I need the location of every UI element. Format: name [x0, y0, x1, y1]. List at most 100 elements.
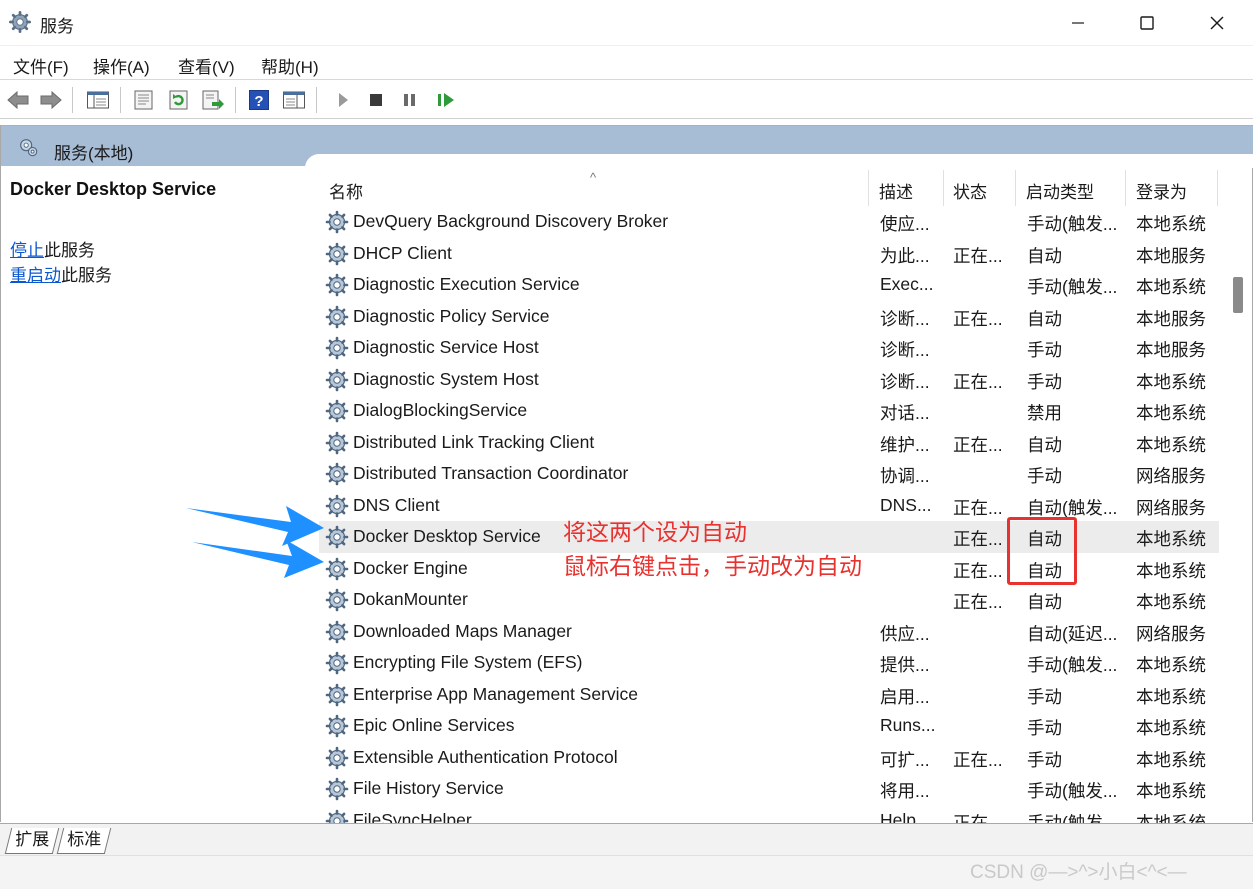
service-row[interactable]: DNS Client DNS... 正在... 自动(触发... 网络服务 [319, 490, 1219, 522]
close-button[interactable] [1182, 0, 1252, 46]
help-button[interactable]: ? [246, 87, 272, 113]
service-log-on-as: 本地系统 [1136, 592, 1206, 612]
service-description: 维护... [880, 434, 930, 455]
minimize-icon [1072, 22, 1084, 24]
export-list-button[interactable] [200, 87, 226, 113]
menu-file[interactable]: 文件(F) [13, 53, 69, 78]
service-name: DevQuery Background Discovery Broker [353, 211, 669, 231]
service-row[interactable]: Epic Online Services Runs... 手动 本地系统 [319, 710, 1219, 742]
service-row[interactable]: DHCP Client 为此... 正在... 自动 本地服务 [319, 238, 1219, 270]
service-log-on-as: 网络服务 [1136, 497, 1206, 518]
service-gear-icon [325, 620, 349, 643]
service-row[interactable]: Diagnostic Policy Service 诊断... 正在... 自动 本地服… [319, 301, 1219, 333]
service-name: Diagnostic Service Host [353, 337, 539, 357]
stop-service-action: 停止此服务 [10, 236, 95, 261]
forward-button[interactable] [38, 87, 64, 113]
vertical-scrollbar[interactable] [1227, 170, 1251, 822]
service-name: FileSyncHelper [353, 809, 472, 824]
services-list: ^ 名称 描述 状态 启动类型 登录为 DevQuery Background … [319, 170, 1227, 823]
service-description: 对话... [880, 403, 930, 423]
service-row[interactable]: Diagnostic System Host 诊断... 正在... 手动 本地系统 [319, 364, 1219, 396]
service-log-on-as: 本地服务 [1136, 245, 1206, 266]
service-gear-icon [325, 431, 349, 454]
services-local-icon [20, 139, 38, 157]
service-status: 正在... [953, 371, 1003, 392]
pause-service-button[interactable] [397, 87, 423, 113]
service-log-on-as: 本地系统 [1136, 214, 1206, 234]
service-log-on-as: 本地系统 [1136, 655, 1206, 675]
service-status: 正在... [953, 529, 1003, 549]
back-icon [7, 90, 29, 110]
service-row[interactable]: Diagnostic Service Host 诊断... 手动 本地服务 [319, 332, 1219, 364]
refresh-button[interactable] [166, 87, 192, 113]
column-log-on-as[interactable]: 登录为 [1136, 178, 1187, 203]
annotation-line-2: 鼠标右键点击，手动改为自动 [563, 553, 862, 579]
service-status: 正在... [953, 749, 1003, 770]
service-startup-type: 手动 [1027, 686, 1062, 707]
service-description: Help... [880, 809, 931, 824]
start-service-button[interactable] [330, 87, 356, 113]
properties-button[interactable] [131, 87, 157, 113]
service-description: 诊断... [880, 371, 930, 392]
minimize-button[interactable] [1043, 0, 1113, 46]
properties-icon [134, 90, 153, 110]
view-button[interactable] [281, 87, 307, 113]
service-row[interactable]: DokanMounter 正在... 自动 本地系统 [319, 584, 1219, 616]
stop-service-button[interactable] [363, 87, 389, 113]
column-name[interactable]: 名称 [329, 178, 363, 203]
scrollbar-thumb[interactable] [1233, 277, 1243, 313]
stop-service-link[interactable]: 停止 [10, 241, 44, 260]
column-status[interactable]: 状态 [953, 178, 987, 203]
window-title: 服务 [40, 17, 74, 36]
service-row[interactable]: Downloaded Maps Manager 供应... 自动(延迟... 网络服务 [319, 616, 1219, 648]
service-name: Docker Desktop Service [353, 526, 541, 546]
service-row[interactable]: Diagnostic Execution Service Exec... 手动(触发… [319, 269, 1219, 301]
service-name: DokanMounter [353, 589, 468, 609]
forward-icon [40, 90, 62, 110]
menu-action[interactable]: 操作(A) [93, 53, 150, 78]
service-log-on-as: 本地系统 [1136, 371, 1206, 392]
tab-standard-label: 标准 [67, 830, 102, 849]
service-name: Downloaded Maps Manager [353, 620, 572, 641]
service-row[interactable]: DevQuery Background Discovery Broker 使应..… [319, 206, 1219, 238]
service-gear-icon [325, 809, 349, 823]
column-description[interactable]: 描述 [879, 178, 913, 203]
service-startup-type: 手动 [1027, 718, 1062, 738]
service-gear-icon [325, 368, 349, 391]
service-row[interactable]: DialogBlockingService 对话... 禁用 本地系统 [319, 395, 1219, 427]
service-log-on-as: 本地系统 [1136, 749, 1206, 770]
svg-text:?: ? [254, 93, 263, 110]
service-name: Diagnostic Policy Service [353, 305, 550, 326]
column-startup-type[interactable]: 启动类型 [1026, 178, 1094, 203]
back-button[interactable] [5, 87, 31, 113]
service-row[interactable]: File History Service 将用... 手动(触发... 本地系统 [319, 773, 1219, 805]
title-bar: 服务 [0, 0, 1253, 46]
console-tree-button[interactable] [85, 87, 111, 113]
service-gear-icon [325, 399, 349, 423]
service-row[interactable]: Extensible Authentication Protocol 可扩... 正… [319, 742, 1219, 774]
service-row[interactable]: FileSyncHelper Help... 正在... 手动(触发... 本地系统 [319, 805, 1219, 824]
service-name: Epic Online Services [353, 715, 515, 735]
tab-extended[interactable]: 扩展 [4, 828, 60, 854]
arrow-to-docker-engine-icon [192, 540, 324, 578]
stop-icon [370, 94, 382, 106]
service-row[interactable]: Enterprise App Management Service 启用... 手动… [319, 679, 1219, 711]
service-row[interactable]: Distributed Link Tracking Client 维护... 正在.… [319, 427, 1219, 459]
menu-view[interactable]: 查看(V) [178, 53, 235, 78]
restart-service-link[interactable]: 重启动 [10, 266, 61, 285]
service-log-on-as: 本地系统 [1136, 718, 1206, 738]
service-startup-type: 自动(触发... [1027, 497, 1118, 518]
menu-help[interactable]: 帮助(H) [261, 53, 319, 78]
service-startup-type: 手动 [1027, 466, 1062, 486]
service-gear-icon [325, 305, 349, 328]
service-startup-type: 手动 [1027, 749, 1062, 770]
menu-bar: 文件(F) 操作(A) 查看(V) 帮助(H) [0, 48, 1253, 80]
service-row[interactable]: Distributed Transaction Coordinator 协调...… [319, 458, 1219, 490]
service-log-on-as: 本地系统 [1136, 812, 1206, 824]
restart-service-button[interactable] [433, 87, 459, 113]
service-description: 协调... [880, 466, 930, 486]
service-gear-icon [325, 210, 349, 234]
tab-standard[interactable]: 标准 [56, 828, 112, 854]
service-row[interactable]: Encrypting File System (EFS) 提供... 手动(触发..… [319, 647, 1219, 679]
maximize-button[interactable] [1112, 0, 1182, 46]
